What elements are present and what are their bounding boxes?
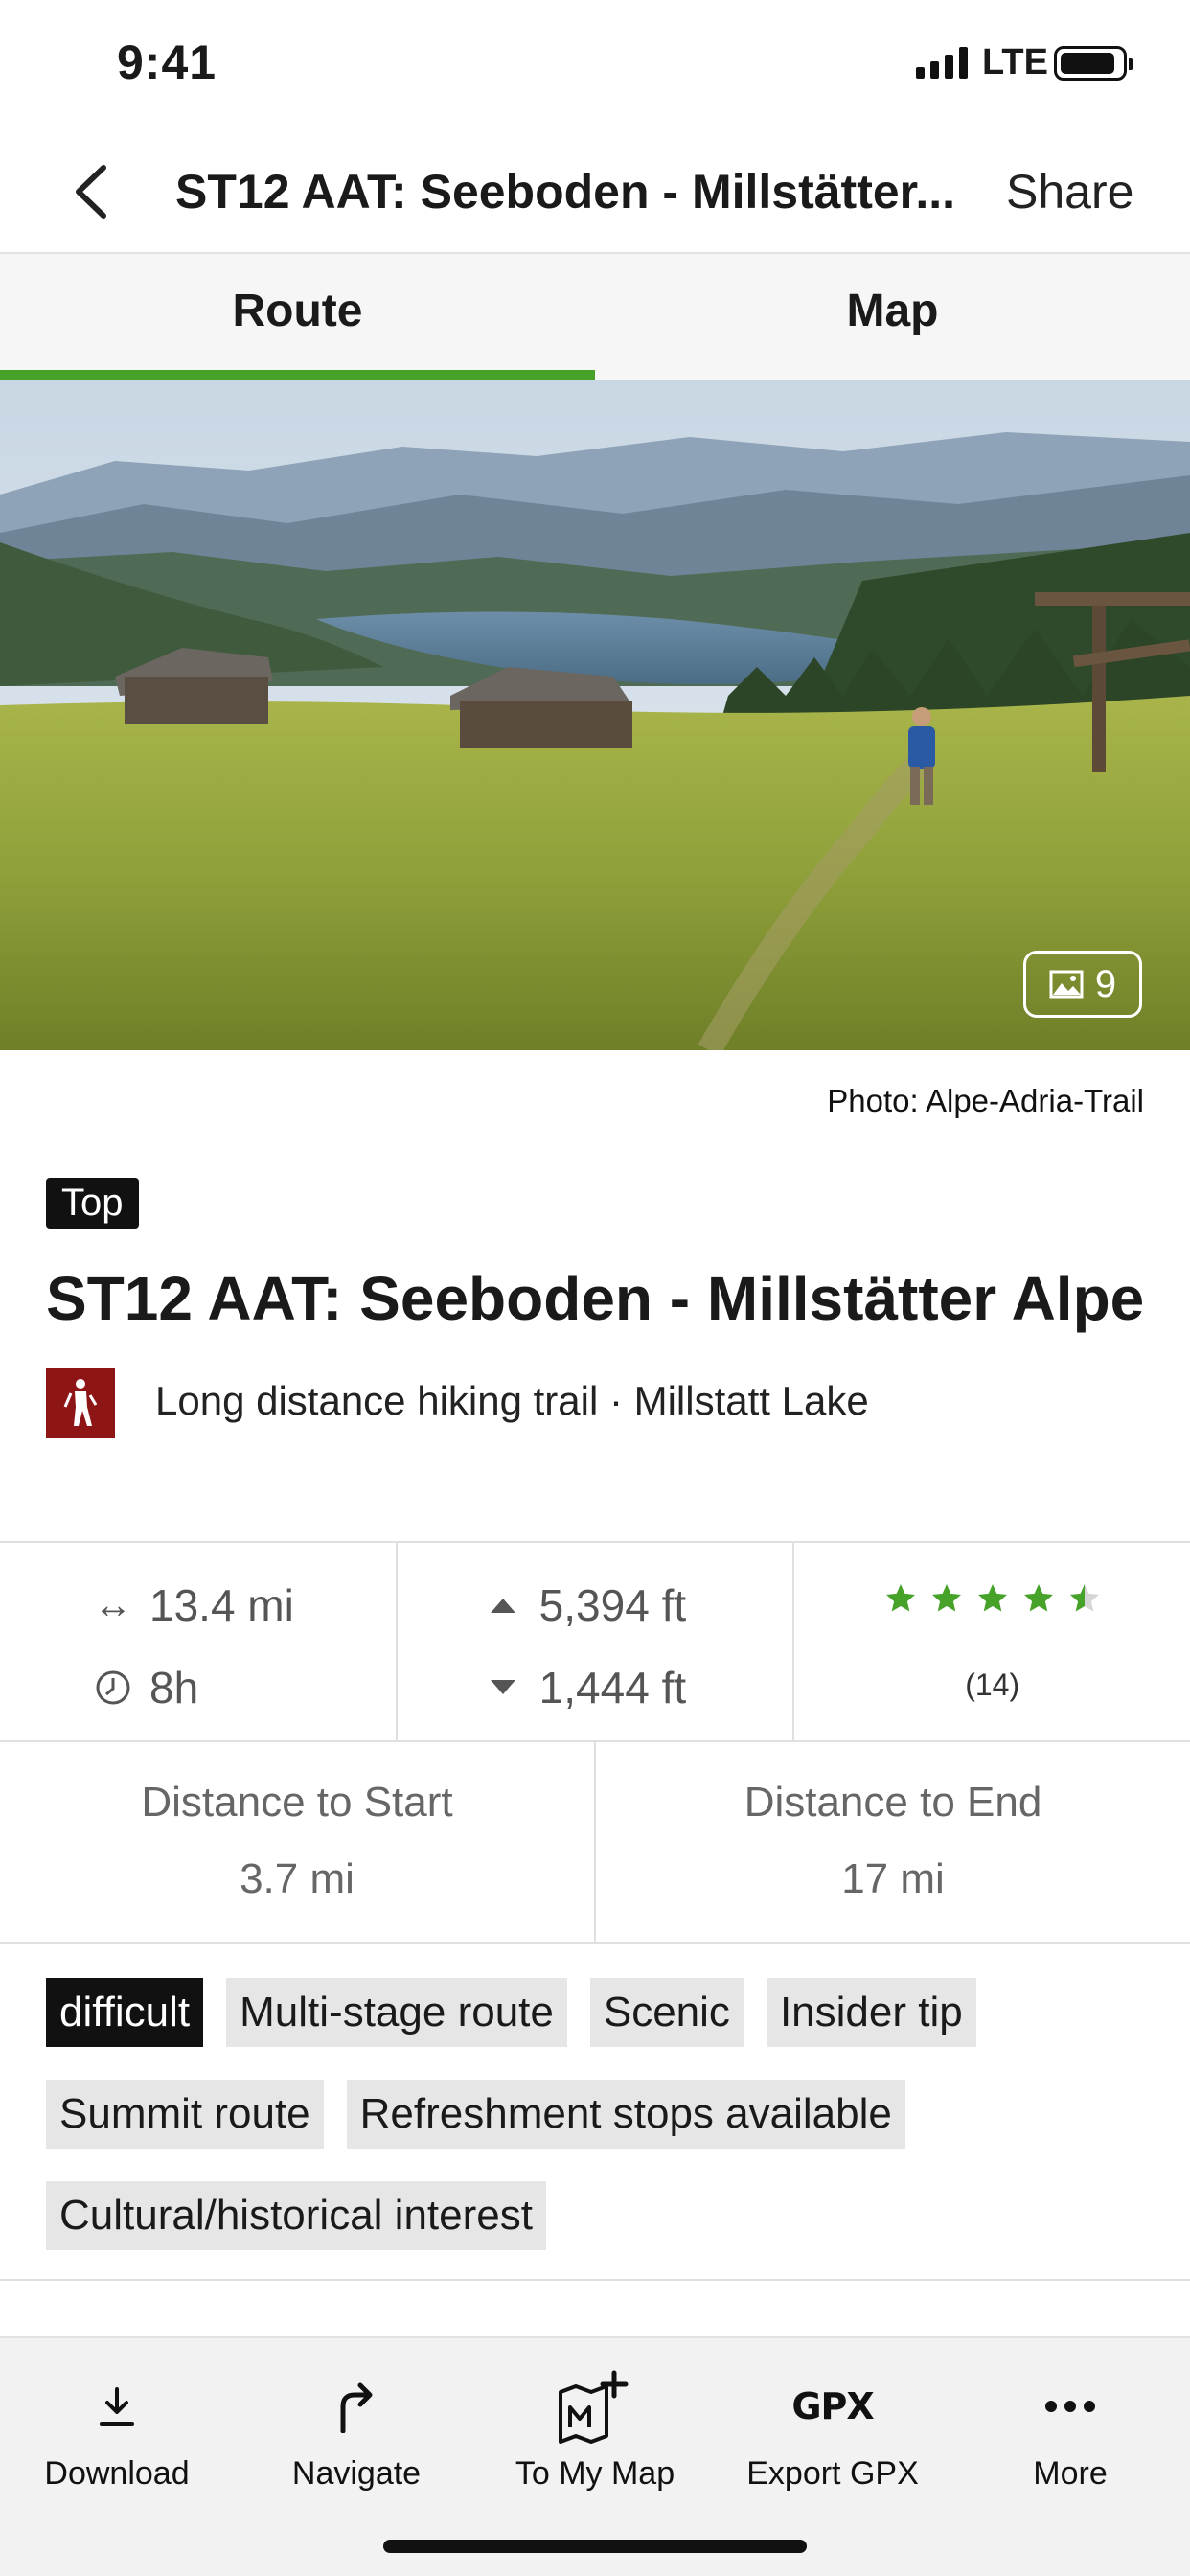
signal-icon (916, 44, 968, 79)
stat-distance: ↔ 13.4 mi (94, 1579, 294, 1631)
navigation-bar: ST12 AAT: Seeboden - Millstätter... Shar… (0, 129, 1190, 254)
route-stats: ↔ 13.4 mi 8h 5,394 ft 1,444 ft (14) (0, 1541, 1190, 1742)
distance-to-start-label: Distance to Start (141, 1779, 453, 1826)
stat-ascent: 5,394 ft (484, 1579, 686, 1631)
tab-bar: Route Map (0, 254, 1190, 380)
export-gpx-button[interactable]: GPX Export GPX (718, 2369, 948, 2493)
navigate-button[interactable]: Navigate (241, 2369, 471, 2493)
stat-distance-duration: ↔ 13.4 mi 8h (0, 1543, 398, 1740)
tag-cultural-interest: Cultural/historical interest (46, 2181, 546, 2250)
distance-to-start-value: 3.7 mi (240, 1855, 355, 1902)
battery-icon (1054, 46, 1133, 80)
tag-insider-tip: Insider tip (766, 1978, 976, 2047)
status-time: 9:41 (117, 35, 217, 89)
download-icon (100, 2387, 134, 2426)
home-indicator[interactable] (383, 2540, 807, 2553)
distance-to-end: Distance to End 17 mi (596, 1742, 1190, 1942)
tag-summit-route: Summit route (46, 2080, 324, 2149)
rating-stars (794, 1581, 1190, 1616)
tag-scenic: Scenic (589, 1978, 744, 2047)
star-icon (885, 1584, 915, 1612)
share-button[interactable]: Share (1006, 164, 1133, 219)
category-badge (46, 1368, 115, 1438)
tab-map[interactable]: Map (595, 254, 1190, 380)
stat-rating[interactable]: (14) (794, 1543, 1190, 1740)
distance-info: Distance to Start 3.7 mi Distance to End… (0, 1742, 1190, 1944)
descent-icon (484, 1678, 522, 1697)
chevron-left-icon (76, 165, 106, 218)
hero-photo[interactable]: 9 (0, 380, 1190, 1050)
distance-to-end-value: 17 mi (841, 1855, 945, 1902)
more-dots-icon (1045, 2401, 1095, 2412)
half-star-icon (1069, 1584, 1099, 1612)
download-button[interactable]: Download (2, 2369, 232, 2493)
tag-refreshment-stops: Refreshment stops available (346, 2080, 905, 2149)
ascent-value: 5,394 ft (538, 1580, 687, 1630)
turn-right-arrow-icon (340, 2382, 373, 2433)
download-label: Download (44, 2455, 190, 2492)
navigate-label: Navigate (291, 2455, 422, 2492)
more-button[interactable]: More (955, 2369, 1185, 2493)
photo-credit: Photo: Alpe-Adria-Trail (827, 1083, 1144, 1118)
back-button[interactable] (67, 158, 115, 225)
more-label: More (1033, 2455, 1108, 2492)
status-bar: 9:41 LTE (0, 0, 1190, 129)
distance-to-start: Distance to Start 3.7 mi (0, 1742, 596, 1942)
to-my-map-button[interactable]: To My Map (480, 2369, 710, 2493)
route-category: Long distance hiking trail · Millstatt L… (155, 1378, 869, 1423)
photo-count: 9 (1094, 962, 1117, 1005)
image-icon (1049, 970, 1084, 999)
route-tags: difficult Multi-stage route Scenic Insid… (46, 1978, 1157, 2250)
duration-value: 8h (149, 1663, 199, 1713)
rating-count: (14) (965, 1668, 1020, 1702)
map-add-icon (559, 2370, 629, 2444)
ascent-icon (484, 1596, 522, 1615)
star-icon (977, 1584, 1007, 1612)
tag-difficult: difficult (46, 1978, 204, 2047)
tab-route[interactable]: Route (0, 254, 595, 380)
to-my-map-label: To My Map (515, 2455, 675, 2492)
clock-icon (94, 1669, 132, 1706)
photo-gallery-button[interactable]: 9 (1023, 951, 1142, 1018)
descent-value: 1,444 ft (538, 1663, 687, 1713)
export-gpx-label: Export GPX (746, 2455, 919, 2492)
star-icon (931, 1584, 961, 1612)
tag-multi-stage: Multi-stage route (226, 1978, 567, 2047)
top-badge: Top (46, 1178, 139, 1229)
distance-to-end-label: Distance to End (744, 1779, 1042, 1826)
gpx-icon: GPX (791, 2385, 874, 2427)
landscape-image (0, 380, 1190, 1050)
network-type: LTE (982, 42, 1048, 82)
stat-elevation: 5,394 ft 1,444 ft (398, 1543, 795, 1740)
hiker-icon (63, 1379, 98, 1426)
distance-icon: ↔ (94, 1583, 132, 1626)
star-icon (1023, 1584, 1053, 1612)
stat-descent: 1,444 ft (484, 1662, 686, 1714)
distance-value: 13.4 mi (149, 1580, 294, 1630)
route-title: ST12 AAT: Seeboden - Millstätter Alpe (46, 1264, 1145, 1333)
divider (0, 2279, 1190, 2281)
stat-duration: 8h (94, 1662, 198, 1714)
nav-title: ST12 AAT: Seeboden - Millstätter... (175, 165, 956, 218)
